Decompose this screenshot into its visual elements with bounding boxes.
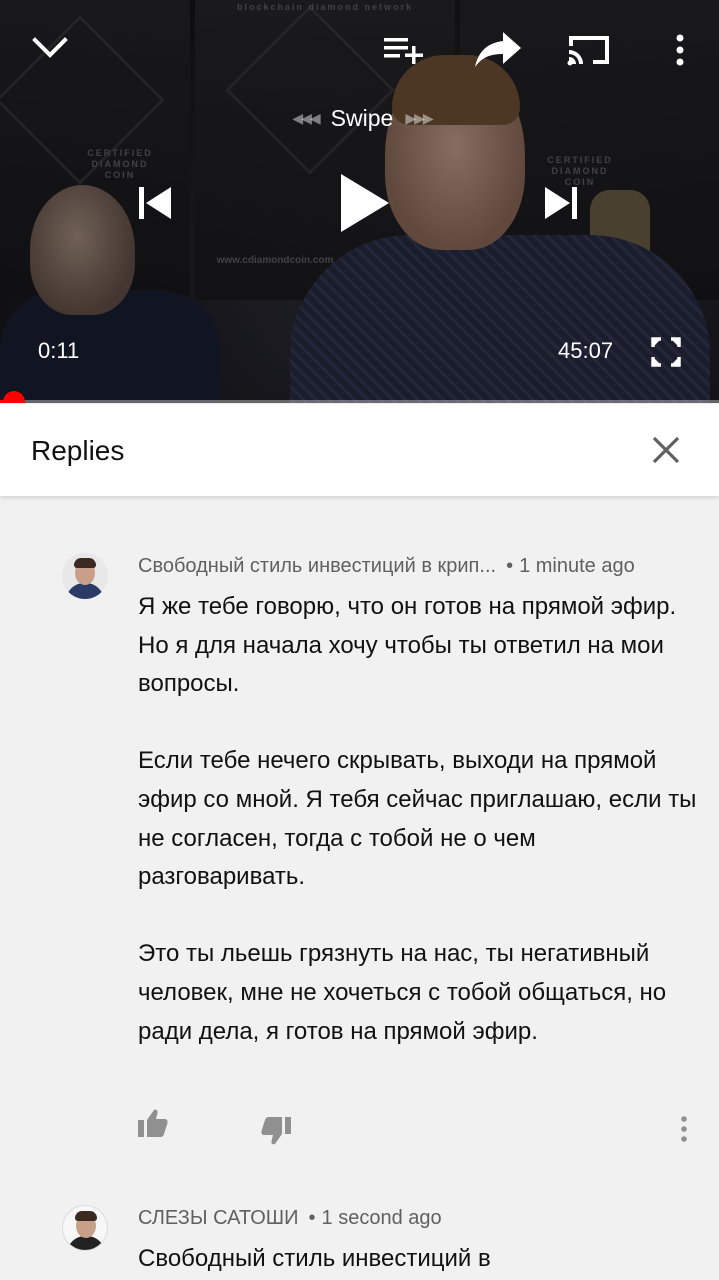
comment-paragraph: Если тебе нечего скрывать, выходи на пря… [138, 747, 697, 891]
meta-separator: • [308, 1207, 316, 1229]
duration: 45:07 [558, 338, 614, 363]
current-time: 0:11 [38, 338, 80, 363]
video-player[interactable]: blockchain diamond network www.cdiamondc… [0, 0, 719, 403]
progress-track[interactable] [0, 400, 719, 403]
swipe-right-arrows-icon: ▶▶▶ [405, 109, 433, 126]
thumb-up-icon[interactable] [136, 1106, 170, 1140]
comment-meta: Свободный стиль инвестиций в крип... • 1… [138, 555, 635, 578]
swipe-hint: ◀◀◀ Swipe ▶▶▶ [262, 103, 462, 133]
skip-next-icon[interactable] [538, 180, 584, 226]
more-vert-icon[interactable] [672, 1112, 696, 1146]
cast-icon[interactable] [564, 28, 614, 72]
replies-header: Replies [0, 404, 719, 496]
chevron-down-icon[interactable] [28, 30, 72, 66]
comment-author[interactable]: Свободный стиль инвестиций в крип... [138, 555, 496, 578]
comment-paragraph: Я же тебе говорю, что он готов на прямой… [138, 593, 677, 698]
comment-time: 1 second ago [321, 1207, 442, 1229]
swipe-left-arrows-icon: ◀◀◀ [292, 109, 320, 126]
close-icon[interactable] [645, 429, 687, 471]
comment-author[interactable]: СЛЕЗЫ САТОШИ [138, 1207, 299, 1230]
skip-previous-icon[interactable] [132, 180, 178, 226]
avatar[interactable] [62, 553, 108, 599]
comment-time: 1 minute ago [519, 555, 635, 577]
comment-text: Свободный стиль инвестиций в [138, 1240, 698, 1279]
play-icon[interactable] [330, 168, 400, 238]
fullscreen-icon[interactable] [644, 330, 688, 374]
comment-paragraph: Это ты льешь грязнуть на нас, ты негатив… [138, 940, 667, 1045]
thumb-down-icon[interactable] [259, 1114, 293, 1148]
swipe-label: Swipe [330, 104, 394, 131]
meta-separator: • [506, 555, 514, 577]
avatar[interactable] [62, 1205, 108, 1251]
share-icon[interactable] [472, 28, 524, 72]
replies-title: Replies [31, 435, 125, 466]
playlist-add-icon[interactable] [380, 30, 428, 70]
more-vert-icon[interactable] [664, 28, 696, 72]
comment-paragraph: Свободный стиль инвестиций в [138, 1245, 491, 1272]
comment-meta: СЛЕЗЫ САТОШИ • 1 second ago [138, 1207, 442, 1230]
comment-text: Я же тебе говорю, что он готов на прямой… [138, 588, 698, 1051]
comment-actions [0, 1106, 719, 1146]
